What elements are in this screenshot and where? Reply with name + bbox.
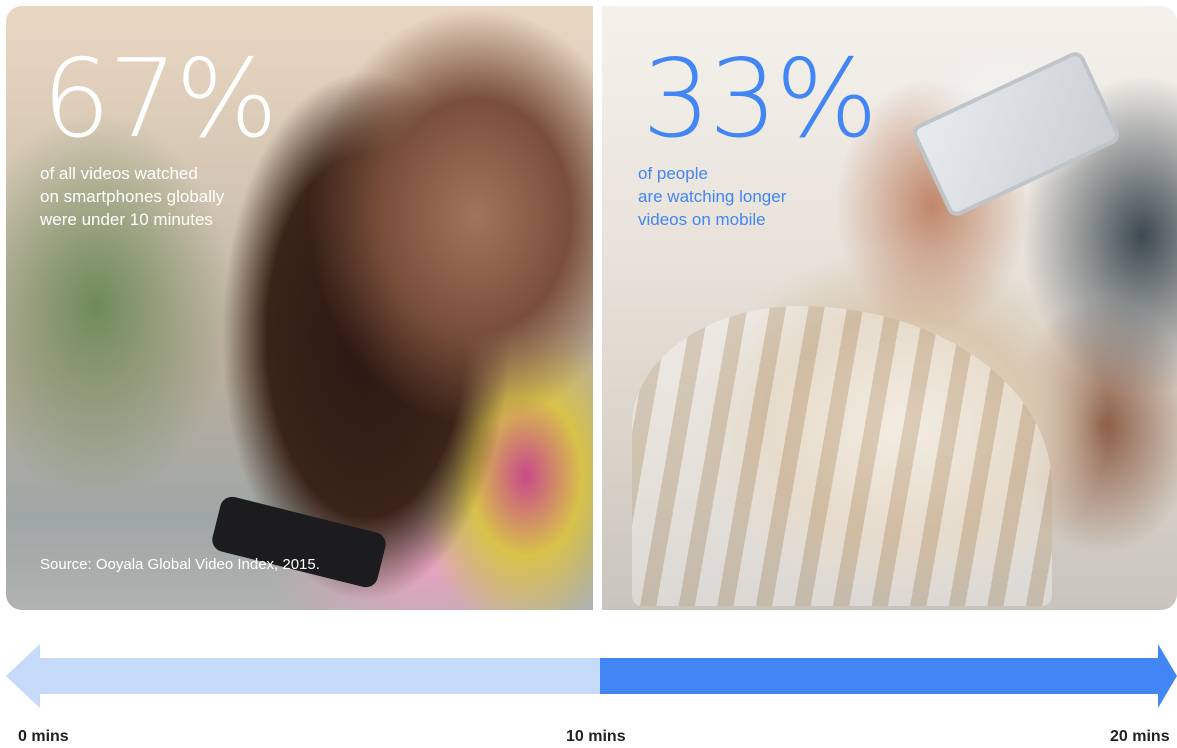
right-arrow-head xyxy=(1158,644,1177,708)
description-line: on smartphones globally xyxy=(40,187,225,206)
short-video-description: of all videos watched on smartphones glo… xyxy=(40,162,300,231)
description-line: were under 10 minutes xyxy=(40,210,213,229)
timeline-label-end: 20 mins xyxy=(1110,728,1170,745)
smartphone-image xyxy=(909,48,1123,220)
left-arrow-head xyxy=(6,644,40,708)
source-caption: Source: Ooyala Global Video Index, 2015. xyxy=(40,556,320,573)
duration-timeline xyxy=(0,640,1177,710)
timeline-label-middle: 10 mins xyxy=(566,728,626,745)
long-duration-bar xyxy=(600,658,1160,694)
description-line: are watching longer xyxy=(638,187,787,206)
short-duration-bar xyxy=(38,658,600,694)
description-line: of people xyxy=(638,164,708,183)
short-video-stat: 67% xyxy=(42,37,278,162)
description-line: of all videos watched xyxy=(40,164,198,183)
long-video-stat: 33% xyxy=(642,37,878,162)
striped-shirt-image xyxy=(632,306,1052,606)
long-video-description: of people are watching longer videos on … xyxy=(638,162,898,231)
timeline-label-start: 0 mins xyxy=(18,728,69,745)
left-photo-panel: 67% of all videos watched on smartphones… xyxy=(6,6,593,610)
right-photo-panel: 33% of people are watching longer videos… xyxy=(602,6,1177,610)
description-line: videos on mobile xyxy=(638,210,766,229)
smartphone-image xyxy=(209,494,389,590)
